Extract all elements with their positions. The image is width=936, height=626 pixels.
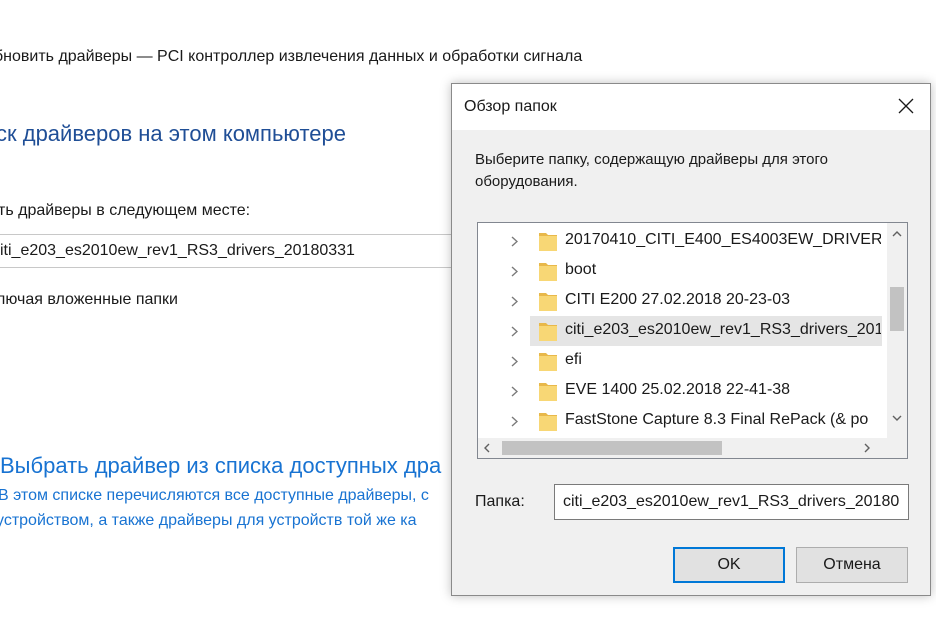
tree-item-label: 20170410_CITI_E400_ES4003EW_DRIVERS_	[565, 231, 881, 248]
ok-button[interactable]: OK	[673, 547, 785, 583]
pick-from-list-link[interactable]: Выбрать драйвер из списка доступных дра	[0, 453, 441, 479]
scroll-right-icon[interactable]	[864, 443, 870, 453]
scroll-up-icon[interactable]	[892, 231, 902, 237]
chevron-right-icon[interactable]	[511, 236, 518, 247]
folder-icon	[539, 323, 557, 341]
folder-icon	[539, 293, 557, 311]
dialog-title: Обзор папок	[464, 98, 557, 115]
folder-icon	[539, 383, 557, 401]
tree-item[interactable]: CITI E200 27.02.2018 20-23-03	[478, 286, 888, 316]
tree-item-label: EVE 1400 25.02.2018 22-41-38	[565, 381, 791, 398]
scroll-down-icon[interactable]	[892, 415, 902, 421]
include-subfolders-checkbox-label[interactable]: лючая вложенные папки	[0, 291, 178, 309]
scroll-left-icon[interactable]	[484, 443, 490, 453]
tree-item-label: CITI E200 27.02.2018 20-23-03	[565, 291, 791, 308]
folder-icon	[539, 413, 557, 431]
vertical-scrollbar[interactable]	[887, 223, 907, 439]
tree-item[interactable]: FastStone Capture 8.3 Final RePack (& po	[478, 406, 888, 436]
tree-item[interactable]: efi	[478, 346, 888, 376]
close-icon	[898, 98, 914, 114]
close-button[interactable]	[884, 84, 930, 130]
tree-item[interactable]: EVE 1400 25.02.2018 22-41-38	[478, 376, 888, 406]
chevron-right-icon[interactable]	[511, 296, 518, 307]
vertical-scroll-thumb[interactable]	[890, 287, 904, 331]
chevron-right-icon[interactable]	[511, 386, 518, 397]
folder-icon	[539, 263, 557, 281]
browse-folders-dialog: Обзор папок Выберите папку, содержащую д…	[451, 83, 931, 596]
folder-icon	[539, 233, 557, 251]
tree-item-label: efi	[565, 351, 582, 368]
tree-item[interactable]: boot	[478, 256, 888, 286]
driver-path-input[interactable]: iti_e203_es2010ew_rev1_RS3_drivers_20180…	[0, 234, 458, 268]
horizontal-scrollbar[interactable]	[478, 438, 888, 458]
folder-field-label: Папка:	[475, 493, 525, 510]
horizontal-scroll-thumb[interactable]	[502, 441, 722, 455]
chevron-right-icon[interactable]	[511, 356, 518, 367]
wizard-heading: ск драйверов на этом компьютере	[0, 121, 346, 146]
tree-item[interactable]: citi_e203_es2010ew_rev1_RS3_drivers_2018	[478, 316, 888, 346]
scrollbar-corner	[887, 438, 907, 458]
pick-from-list-description-line1: В этом списке перечисляются все доступны…	[0, 487, 429, 504]
cancel-button[interactable]: Отмена	[796, 547, 908, 583]
folder-tree[interactable]: 20170410_CITI_E400_ES4003EW_DRIVERS_boot…	[477, 222, 908, 459]
folder-icon	[539, 353, 557, 371]
wizard-window-title: бновить драйверы — PCI контроллер извлеч…	[0, 48, 583, 65]
dialog-titlebar[interactable]: Обзор папок	[452, 84, 930, 130]
tree-item-label: boot	[565, 261, 597, 278]
pick-from-list-description-line2: устройством, а также драйверы для устрой…	[0, 512, 417, 529]
folder-input[interactable]	[554, 484, 909, 520]
search-location-label: ть драйверы в следующем месте:	[0, 202, 251, 219]
tree-item-label: FastStone Capture 8.3 Final RePack (& po	[565, 411, 869, 428]
chevron-right-icon[interactable]	[511, 266, 518, 277]
chevron-right-icon[interactable]	[511, 416, 518, 427]
chevron-right-icon[interactable]	[511, 326, 518, 337]
tree-item-label: citi_e203_es2010ew_rev1_RS3_drivers_2018	[565, 321, 881, 338]
dialog-description: Выберите папку, содержащую драйверы для …	[475, 151, 828, 190]
tree-item[interactable]: 20170410_CITI_E400_ES4003EW_DRIVERS_	[478, 226, 888, 256]
